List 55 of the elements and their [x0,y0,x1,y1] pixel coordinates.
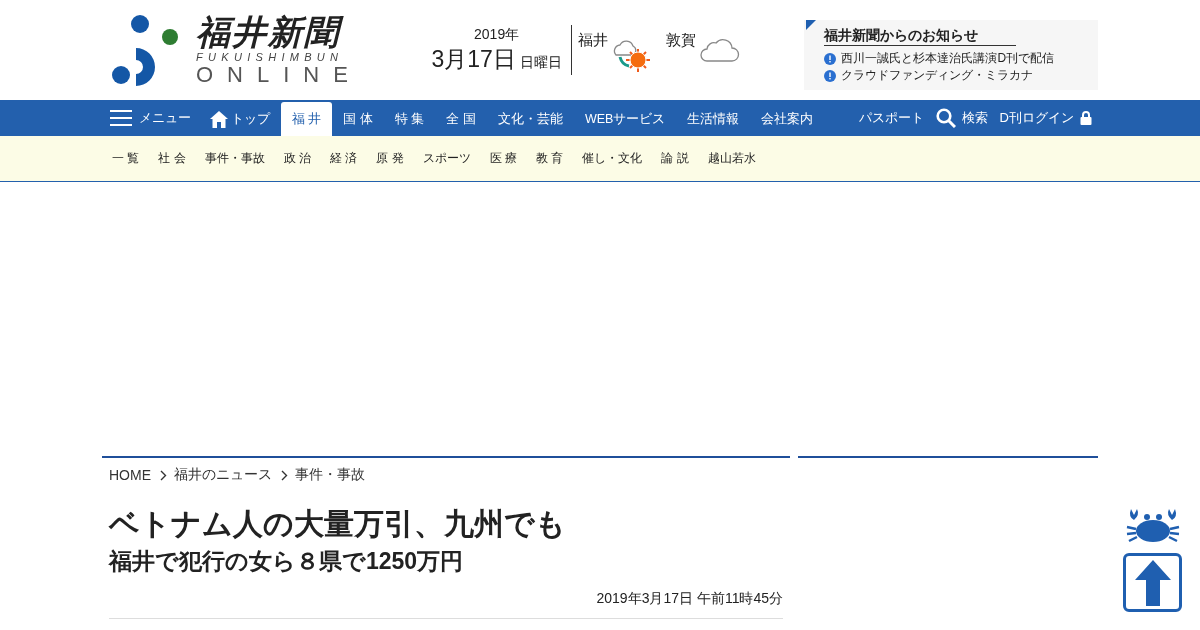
date-day: 3月17日 [431,43,516,75]
nav-tab[interactable]: 全 国 [435,102,487,136]
nav-tab[interactable]: 国 体 [332,102,384,136]
logo-online: ONLINE [196,63,362,87]
crab-icon[interactable] [1125,507,1181,545]
notice-link[interactable]: 西川一誠氏と杉本達治氏講演D刊で配信 [841,50,1055,67]
category-link[interactable]: 論 説 [661,150,689,167]
search-icon [935,108,956,128]
category-link[interactable]: 医 療 [489,150,518,167]
category-link[interactable]: 一 覧 [112,150,140,167]
category-link[interactable]: 教 育 [536,150,564,167]
article-subheadline: 福井で犯行の女ら８県で1250万円 [109,547,465,576]
breadcrumb-link[interactable]: 福井のニュース [174,466,272,484]
home-icon [210,110,228,128]
logo-title: 福井新聞 [196,13,362,51]
category-link[interactable]: 社 会 [158,150,186,167]
passport-link[interactable]: パスポート [852,100,930,136]
logo-subtitle: FUKUISHIMBUN [196,51,345,63]
category-link[interactable]: 催し・文化 [582,150,643,167]
date-weekday: 日曜日 [519,53,562,72]
category-link[interactable]: 越山若水 [707,150,756,167]
breadcrumb-link[interactable]: 事件・事故 [295,466,365,484]
nav-tab[interactable]: 会社案内 [750,102,825,136]
corner-triangle-icon [806,20,817,30]
back-to-top-button[interactable] [1123,553,1182,612]
weather-city: 敦賀 [665,31,696,50]
category-link[interactable]: スポーツ [422,150,471,167]
menu-button[interactable]: メニュー [102,100,199,136]
nav-tab[interactable]: 生活情報 [676,102,751,136]
category-link[interactable]: 経 済 [330,150,358,167]
article-headline: ベトナム人の大量万引、九州でも [109,506,567,542]
exclamation-icon [824,52,837,65]
exclamation-icon [824,69,837,82]
weather-city: 福井 [577,31,608,50]
nav-tab[interactable]: 文化・芸能 [486,102,574,136]
article-timestamp: 2019年3月17日 午前11時45分 [596,590,783,606]
search-button[interactable]: 検索 [929,100,994,136]
notice-link[interactable]: クラウドファンディング・ミラカナ [841,67,1034,84]
chevron-right-icon [281,469,288,481]
nav-tab[interactable]: トップ [199,102,281,136]
menu-icon [110,110,132,126]
nav-tab[interactable]: 福 井 [281,102,333,136]
up-arrow-icon [1134,559,1171,606]
chevron-right-icon [160,469,167,481]
category-link[interactable]: 政 治 [283,150,312,167]
nav-tab[interactable]: 特 集 [383,102,436,136]
notice-title: 福井新聞からのお知らせ [824,27,1017,46]
lock-icon [1080,111,1092,125]
login-link[interactable]: D刊ログイン [993,100,1098,136]
breadcrumb-link[interactable]: HOME [109,467,151,483]
category-link[interactable]: 原 発 [376,150,404,167]
date-year: 2019年 [474,25,520,44]
category-link[interactable]: 事件・事故 [204,150,265,167]
nav-tab[interactable]: WEBサービス [573,102,677,136]
logo-mark-icon [112,14,180,86]
